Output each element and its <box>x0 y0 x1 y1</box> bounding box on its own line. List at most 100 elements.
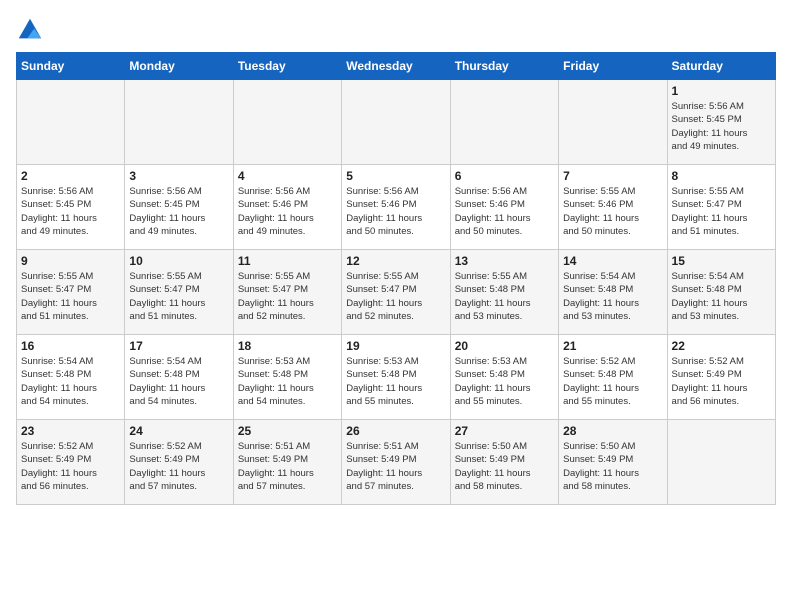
calendar-cell: 4 Sunrise: 5:56 AMSunset: 5:46 PMDaylight… <box>233 165 341 250</box>
day-info: Sunrise: 5:52 AMSunset: 5:49 PMDaylight:… <box>21 440 120 493</box>
day-number: 23 <box>21 424 120 438</box>
day-info: Sunrise: 5:56 AMSunset: 5:46 PMDaylight:… <box>455 185 554 238</box>
calendar-cell: 6 Sunrise: 5:56 AMSunset: 5:46 PMDaylight… <box>450 165 558 250</box>
day-info: Sunrise: 5:55 AMSunset: 5:46 PMDaylight:… <box>563 185 662 238</box>
day-info: Sunrise: 5:56 AMSunset: 5:45 PMDaylight:… <box>129 185 228 238</box>
calendar-cell <box>125 80 233 165</box>
day-number: 18 <box>238 339 337 353</box>
day-number: 20 <box>455 339 554 353</box>
day-number: 26 <box>346 424 445 438</box>
day-info: Sunrise: 5:54 AMSunset: 5:48 PMDaylight:… <box>563 270 662 323</box>
day-number: 16 <box>21 339 120 353</box>
calendar-week-5: 23 Sunrise: 5:52 AMSunset: 5:49 PMDayligh… <box>17 420 776 505</box>
weekday-header-sunday: Sunday <box>17 53 125 80</box>
calendar-cell: 3 Sunrise: 5:56 AMSunset: 5:45 PMDaylight… <box>125 165 233 250</box>
calendar-cell: 26 Sunrise: 5:51 AMSunset: 5:49 PMDayligh… <box>342 420 450 505</box>
calendar-cell: 17 Sunrise: 5:54 AMSunset: 5:48 PMDayligh… <box>125 335 233 420</box>
calendar-cell: 9 Sunrise: 5:55 AMSunset: 5:47 PMDaylight… <box>17 250 125 335</box>
day-info: Sunrise: 5:56 AMSunset: 5:46 PMDaylight:… <box>346 185 445 238</box>
calendar-cell: 14 Sunrise: 5:54 AMSunset: 5:48 PMDayligh… <box>559 250 667 335</box>
calendar-cell: 7 Sunrise: 5:55 AMSunset: 5:46 PMDaylight… <box>559 165 667 250</box>
day-number: 8 <box>672 169 771 183</box>
day-number: 28 <box>563 424 662 438</box>
day-number: 27 <box>455 424 554 438</box>
day-number: 21 <box>563 339 662 353</box>
day-number: 15 <box>672 254 771 268</box>
weekday-header-friday: Friday <box>559 53 667 80</box>
day-number: 3 <box>129 169 228 183</box>
day-info: Sunrise: 5:54 AMSunset: 5:48 PMDaylight:… <box>129 355 228 408</box>
day-number: 17 <box>129 339 228 353</box>
day-number: 22 <box>672 339 771 353</box>
calendar-cell <box>342 80 450 165</box>
day-info: Sunrise: 5:52 AMSunset: 5:49 PMDaylight:… <box>129 440 228 493</box>
day-info: Sunrise: 5:55 AMSunset: 5:47 PMDaylight:… <box>238 270 337 323</box>
calendar-cell: 24 Sunrise: 5:52 AMSunset: 5:49 PMDayligh… <box>125 420 233 505</box>
day-number: 13 <box>455 254 554 268</box>
calendar-cell: 5 Sunrise: 5:56 AMSunset: 5:46 PMDaylight… <box>342 165 450 250</box>
day-number: 6 <box>455 169 554 183</box>
calendar-table: SundayMondayTuesdayWednesdayThursdayFrid… <box>16 52 776 505</box>
calendar-cell: 21 Sunrise: 5:52 AMSunset: 5:48 PMDayligh… <box>559 335 667 420</box>
calendar-cell: 18Sunrise: 5:53 AMSunset: 5:48 PMDayligh… <box>233 335 341 420</box>
day-number: 5 <box>346 169 445 183</box>
day-number: 12 <box>346 254 445 268</box>
calendar-week-2: 2 Sunrise: 5:56 AMSunset: 5:45 PMDaylight… <box>17 165 776 250</box>
calendar-cell <box>667 420 775 505</box>
day-info: Sunrise: 5:56 AMSunset: 5:45 PMDaylight:… <box>21 185 120 238</box>
day-number: 19 <box>346 339 445 353</box>
day-info: Sunrise: 5:52 AMSunset: 5:48 PMDaylight:… <box>563 355 662 408</box>
logo-icon <box>16 16 44 44</box>
day-number: 4 <box>238 169 337 183</box>
calendar-cell: 12 Sunrise: 5:55 AMSunset: 5:47 PMDayligh… <box>342 250 450 335</box>
weekday-header-wednesday: Wednesday <box>342 53 450 80</box>
calendar-cell: 28 Sunrise: 5:50 AMSunset: 5:49 PMDayligh… <box>559 420 667 505</box>
day-info: Sunrise: 5:53 AMSunset: 5:48 PMDaylight:… <box>455 355 554 408</box>
weekday-header-monday: Monday <box>125 53 233 80</box>
weekday-header-tuesday: Tuesday <box>233 53 341 80</box>
weekday-header-saturday: Saturday <box>667 53 775 80</box>
day-number: 24 <box>129 424 228 438</box>
calendar-cell: 22Sunrise: 5:52 AMSunset: 5:49 PMDayligh… <box>667 335 775 420</box>
day-number: 7 <box>563 169 662 183</box>
calendar-cell <box>450 80 558 165</box>
calendar-cell: 23 Sunrise: 5:52 AMSunset: 5:49 PMDayligh… <box>17 420 125 505</box>
calendar-week-4: 16 Sunrise: 5:54 AMSunset: 5:48 PMDayligh… <box>17 335 776 420</box>
calendar-week-3: 9 Sunrise: 5:55 AMSunset: 5:47 PMDaylight… <box>17 250 776 335</box>
calendar-cell <box>17 80 125 165</box>
day-number: 9 <box>21 254 120 268</box>
calendar-cell: 1 Sunrise: 5:56 AMSunset: 5:45 PMDaylight… <box>667 80 775 165</box>
calendar-cell: 10 Sunrise: 5:55 AMSunset: 5:47 PMDayligh… <box>125 250 233 335</box>
calendar-cell: 15 Sunrise: 5:54 AMSunset: 5:48 PMDayligh… <box>667 250 775 335</box>
day-info: Sunrise: 5:50 AMSunset: 5:49 PMDaylight:… <box>455 440 554 493</box>
day-number: 14 <box>563 254 662 268</box>
day-info: Sunrise: 5:55 AMSunset: 5:47 PMDaylight:… <box>129 270 228 323</box>
day-info: Sunrise: 5:51 AMSunset: 5:49 PMDaylight:… <box>346 440 445 493</box>
calendar-week-1: 1 Sunrise: 5:56 AMSunset: 5:45 PMDaylight… <box>17 80 776 165</box>
calendar-cell: 13 Sunrise: 5:55 AMSunset: 5:48 PMDayligh… <box>450 250 558 335</box>
calendar-cell: 16 Sunrise: 5:54 AMSunset: 5:48 PMDayligh… <box>17 335 125 420</box>
day-info: Sunrise: 5:54 AMSunset: 5:48 PMDaylight:… <box>672 270 771 323</box>
day-number: 1 <box>672 84 771 98</box>
calendar-cell: 20 Sunrise: 5:53 AMSunset: 5:48 PMDayligh… <box>450 335 558 420</box>
day-info: Sunrise: 5:56 AMSunset: 5:46 PMDaylight:… <box>238 185 337 238</box>
calendar-cell: 8 Sunrise: 5:55 AMSunset: 5:47 PMDaylight… <box>667 165 775 250</box>
day-info: Sunrise: 5:55 AMSunset: 5:48 PMDaylight:… <box>455 270 554 323</box>
day-info: Sunrise: 5:50 AMSunset: 5:49 PMDaylight:… <box>563 440 662 493</box>
day-number: 11 <box>238 254 337 268</box>
day-info: Sunrise: 5:55 AMSunset: 5:47 PMDaylight:… <box>672 185 771 238</box>
day-number: 10 <box>129 254 228 268</box>
day-info: Sunrise: 5:54 AMSunset: 5:48 PMDaylight:… <box>21 355 120 408</box>
calendar-cell: 25Sunrise: 5:51 AMSunset: 5:49 PMDayligh… <box>233 420 341 505</box>
day-info: Sunrise: 5:55 AMSunset: 5:47 PMDaylight:… <box>346 270 445 323</box>
day-info: Sunrise: 5:56 AMSunset: 5:45 PMDaylight:… <box>672 100 771 153</box>
day-number: 2 <box>21 169 120 183</box>
calendar-cell <box>559 80 667 165</box>
day-info: Sunrise: 5:55 AMSunset: 5:47 PMDaylight:… <box>21 270 120 323</box>
calendar-cell <box>233 80 341 165</box>
day-info: Sunrise: 5:53 AMSunset: 5:48 PMDaylight:… <box>346 355 445 408</box>
logo <box>16 16 48 44</box>
day-info: Sunrise: 5:51 AMSunset: 5:49 PMDaylight:… <box>238 440 337 493</box>
calendar-cell: 11 Sunrise: 5:55 AMSunset: 5:47 PMDayligh… <box>233 250 341 335</box>
weekday-header-thursday: Thursday <box>450 53 558 80</box>
